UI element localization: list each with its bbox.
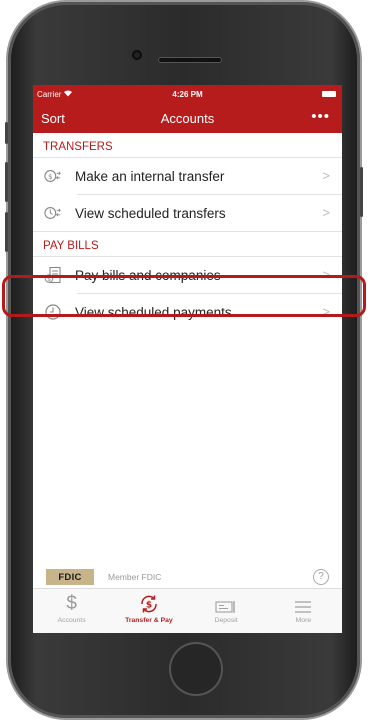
tab-label: Deposit bbox=[214, 617, 238, 624]
more-options-button[interactable]: ••• bbox=[311, 108, 330, 125]
fdic-member-text: Member FDIC bbox=[108, 572, 162, 582]
make-internal-transfer-row[interactable]: $ Make an internal transfer > bbox=[33, 158, 342, 194]
header-bar: Carrier 4:26 PM Sort Accounts ••• bbox=[33, 85, 342, 133]
menu-icon bbox=[265, 589, 342, 615]
tab-more[interactable]: More bbox=[265, 589, 342, 633]
clock-transfer-icon bbox=[44, 204, 62, 222]
battery-icon bbox=[322, 91, 336, 97]
tab-transfer-pay[interactable]: $ Transfer & Pay bbox=[110, 589, 187, 633]
volume-up-button bbox=[5, 162, 8, 202]
transfer-pay-icon: $ bbox=[110, 589, 187, 615]
mute-switch bbox=[5, 122, 8, 144]
earpiece-speaker bbox=[158, 57, 222, 63]
tab-label: Transfer & Pay bbox=[125, 617, 173, 624]
fdic-logo: FDIC bbox=[46, 569, 94, 585]
chevron-right-icon: > bbox=[322, 168, 330, 183]
check-deposit-icon bbox=[188, 589, 265, 615]
svg-text:$: $ bbox=[48, 172, 53, 181]
tab-label: More bbox=[295, 617, 312, 624]
section-header-transfers: TRANSFERS bbox=[43, 141, 113, 153]
svg-text:$: $ bbox=[146, 601, 152, 611]
tab-bar: $ Accounts $ Transfer & Pay Deposit More bbox=[33, 588, 342, 633]
row-label: Make an internal transfer bbox=[75, 168, 225, 184]
section-header-pay-bills: PAY BILLS bbox=[43, 240, 99, 252]
help-icon[interactable]: ? bbox=[313, 569, 329, 585]
tab-label: Accounts bbox=[57, 617, 86, 624]
front-camera bbox=[132, 50, 142, 60]
row-label: View scheduled transfers bbox=[75, 205, 226, 221]
status-bar: Carrier 4:26 PM bbox=[33, 85, 342, 103]
nav-bar: Sort Accounts ••• bbox=[33, 103, 342, 133]
highlight-outline bbox=[2, 275, 366, 317]
view-scheduled-transfers-row[interactable]: View scheduled transfers > bbox=[33, 195, 342, 231]
fdic-footer: FDIC Member FDIC ? bbox=[46, 569, 342, 587]
status-time: 4:26 PM bbox=[172, 90, 203, 99]
app-screen: Carrier 4:26 PM Sort Accounts ••• TRANSF… bbox=[33, 85, 342, 633]
chevron-right-icon: > bbox=[322, 205, 330, 220]
tab-accounts[interactable]: $ Accounts bbox=[33, 589, 110, 633]
home-button[interactable] bbox=[169, 642, 223, 696]
page-title: Accounts bbox=[160, 111, 215, 126]
dollar-icon: $ bbox=[66, 593, 77, 614]
dollar-transfer-icon: $ bbox=[44, 167, 62, 185]
tab-deposit[interactable]: Deposit bbox=[188, 589, 265, 633]
volume-down-button bbox=[5, 212, 8, 252]
power-button bbox=[360, 167, 363, 217]
